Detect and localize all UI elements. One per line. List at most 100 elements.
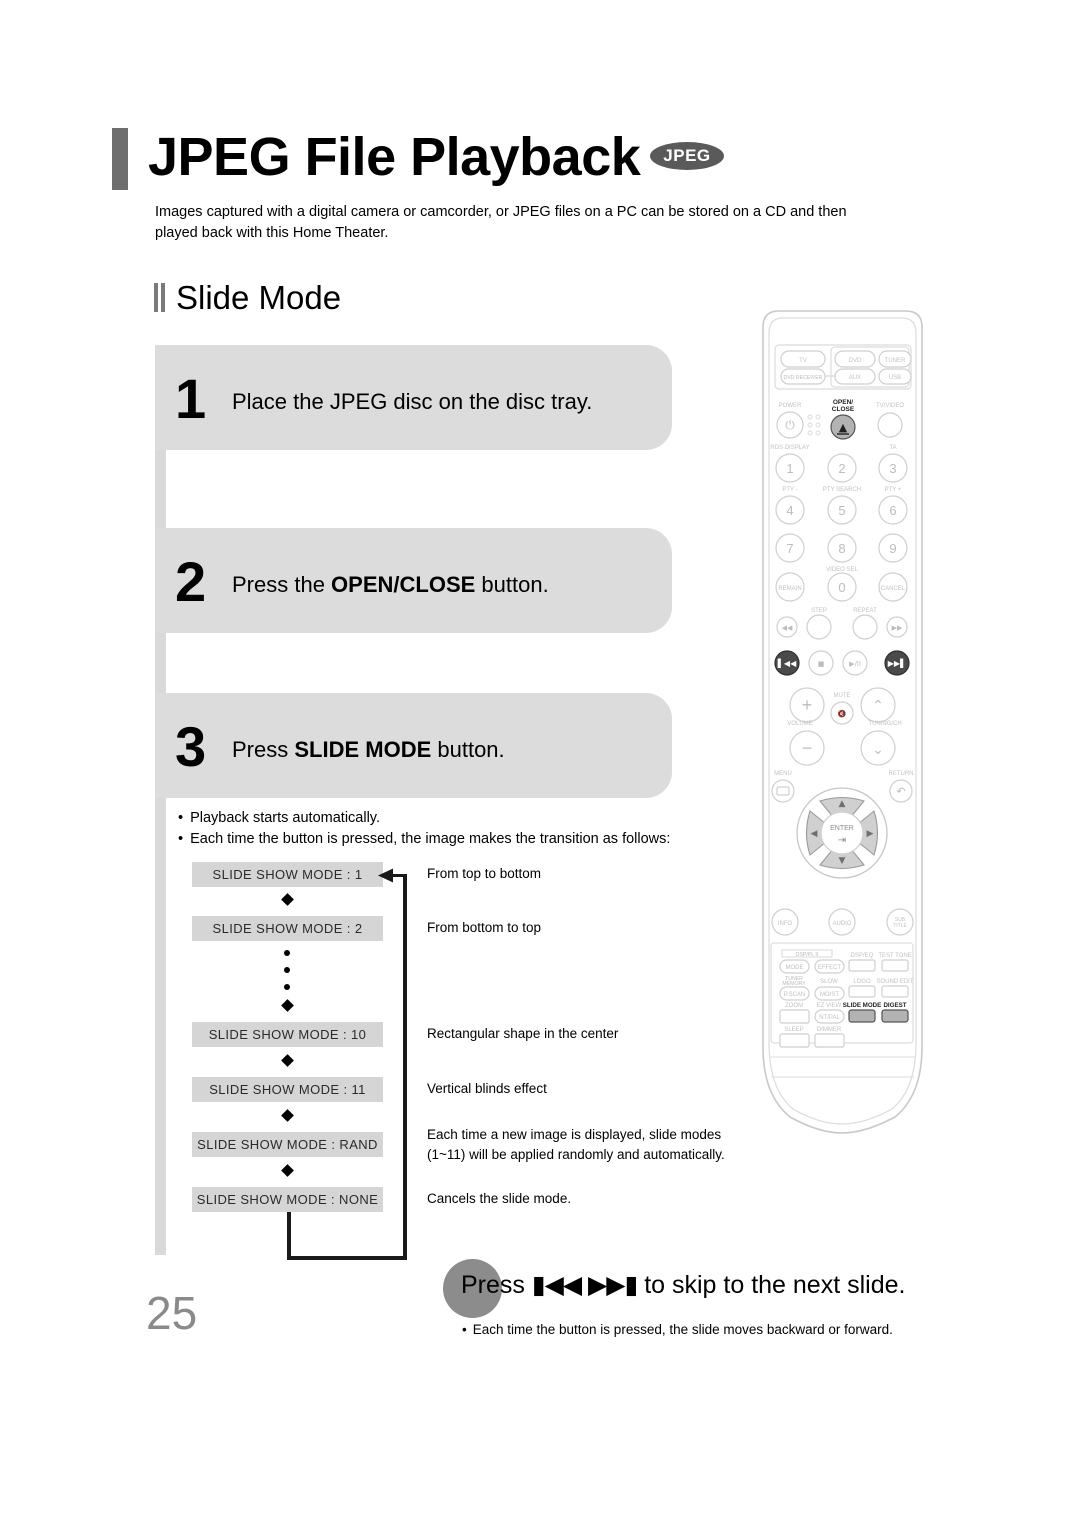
remote-menu-label: MENU bbox=[774, 771, 792, 777]
step-number-1: 1 bbox=[175, 367, 207, 430]
remote-sound-edit-label: SOUND EDIT bbox=[876, 979, 913, 985]
step-text-2-bold: OPEN/CLOSE bbox=[331, 572, 476, 597]
svg-text:CLOSE: CLOSE bbox=[832, 406, 855, 413]
svg-text:▶: ▶ bbox=[867, 829, 874, 839]
step-connector-strip bbox=[155, 345, 166, 1255]
svg-text:DVD: DVD bbox=[849, 358, 862, 364]
flow-note: Cancels the slide mode. bbox=[427, 1191, 572, 1206]
remote-slide-mode-label: SLIDE MODE bbox=[843, 1002, 882, 1009]
svg-text:▶▶▌: ▶▶▌ bbox=[888, 658, 906, 668]
note-item: Playback starts automatically. bbox=[178, 808, 718, 829]
flow-chip: SLIDE SHOW MODE : NONE bbox=[192, 1187, 383, 1212]
svg-text:⌃: ⌃ bbox=[872, 698, 884, 714]
remote-sound-edit-button bbox=[881, 985, 909, 998]
remote-repeat-button bbox=[852, 614, 878, 640]
step-text-2: Press the OPEN/CLOSE button. bbox=[232, 571, 549, 599]
svg-text:AUX: AUX bbox=[849, 375, 861, 381]
remote-rds-display-label: RDS DISPLAY bbox=[770, 445, 809, 451]
step-text-3-prefix: Press bbox=[232, 737, 295, 762]
remote-control-illustration: .body { fill:#ffffff; stroke:#c9c9c9; st… bbox=[745, 305, 940, 1135]
step-text-2-prefix: Press the bbox=[232, 572, 332, 597]
remote-enter-button bbox=[820, 811, 864, 855]
flow-chip: SLIDE SHOW MODE : 11 bbox=[192, 1077, 383, 1102]
flow-note: From top to bottom bbox=[427, 866, 542, 881]
svg-text:DVD RECEIVER: DVD RECEIVER bbox=[784, 375, 823, 381]
skip-back-icon: ▮◀◀ bbox=[531, 1270, 582, 1299]
svg-text:2: 2 bbox=[838, 461, 845, 476]
remote-dimmer-button bbox=[814, 1033, 845, 1048]
skip-forward-icon: ▶▶▮ bbox=[588, 1270, 638, 1299]
svg-text:PTY SEARCH: PTY SEARCH bbox=[823, 487, 861, 493]
remote-power-label: POWER bbox=[779, 403, 802, 409]
svg-text:6: 6 bbox=[889, 503, 896, 518]
svg-text:5: 5 bbox=[838, 503, 845, 518]
svg-text:OPEN/: OPEN/ bbox=[833, 399, 853, 406]
svg-text:MEMORY: MEMORY bbox=[782, 981, 806, 987]
flow-arrow-diamond bbox=[281, 1164, 294, 1177]
svg-text:+: + bbox=[802, 695, 813, 715]
svg-text:P.SCAN: P.SCAN bbox=[784, 992, 806, 998]
remote-dimmer-label: DIMMER bbox=[817, 1027, 842, 1033]
svg-text:NT/PAL: NT/PAL bbox=[819, 1015, 840, 1021]
svg-text:7: 7 bbox=[786, 541, 793, 556]
remote-test-tone-label: TEST TONE bbox=[878, 953, 911, 959]
step-text-2-suffix: button. bbox=[475, 572, 549, 597]
remote-dsp-eq-button bbox=[848, 959, 876, 972]
svg-text:⏻: ⏻ bbox=[785, 418, 795, 432]
skip-tail-label: to skip to the next slide. bbox=[644, 1271, 906, 1299]
step-text-3-bold: SLIDE MODE bbox=[294, 737, 432, 762]
svg-text:PTY +: PTY + bbox=[885, 487, 902, 493]
flow-loop-line-up bbox=[403, 874, 407, 1260]
remote-ta-label: TA bbox=[889, 445, 896, 451]
skip-press-label: Press bbox=[461, 1271, 525, 1299]
jpeg-badge: JPEG bbox=[650, 142, 724, 170]
step-number-3: 3 bbox=[175, 715, 207, 778]
heading-accent-bars bbox=[154, 283, 167, 312]
remote-step-button bbox=[806, 614, 832, 640]
skip-instruction: Press ▮◀◀ ▶▶▮ to skip to the next slide. bbox=[461, 1268, 905, 1302]
remote-step-label: STEP bbox=[811, 608, 827, 614]
svg-text:⌄: ⌄ bbox=[872, 742, 884, 758]
remote-logo-button bbox=[848, 985, 876, 998]
step-text-1: Place the JPEG disc on the disc tray. bbox=[232, 388, 592, 416]
svg-text:USB: USB bbox=[889, 375, 901, 381]
svg-text:PTY -: PTY - bbox=[782, 487, 797, 493]
svg-text:▼: ▼ bbox=[839, 856, 846, 866]
svg-text:◀◀: ◀◀ bbox=[782, 624, 793, 632]
remote-zoom-button bbox=[779, 1009, 810, 1024]
svg-text:4: 4 bbox=[786, 503, 793, 518]
manual-page: JPEG File Playback JPEG Images captured w… bbox=[0, 0, 1080, 1528]
remote-video-sel-label: VIDEO SEL bbox=[826, 567, 858, 573]
remote-return-label: RETURN bbox=[889, 771, 914, 777]
page-number: 25 bbox=[146, 1287, 198, 1339]
svg-text:▶/II: ▶/II bbox=[849, 660, 861, 668]
remote-tv-video-label: TV/VIDEO bbox=[876, 403, 904, 409]
step-text-3-suffix: button. bbox=[431, 737, 505, 762]
flow-arrow-diamond bbox=[281, 999, 294, 1012]
flow-ellipsis-dot bbox=[284, 984, 290, 990]
svg-text:▲: ▲ bbox=[839, 799, 846, 809]
flow-chip: SLIDE SHOW MODE : RAND bbox=[192, 1132, 383, 1157]
svg-text:8: 8 bbox=[838, 541, 845, 556]
note-item: Each time the button is pressed, the ima… bbox=[178, 829, 718, 850]
svg-text:▶▶: ▶▶ bbox=[892, 624, 903, 632]
svg-text:DSP/PL II: DSP/PL II bbox=[796, 952, 819, 958]
remote-volume-label: VOLUME bbox=[787, 721, 812, 727]
svg-text:−: − bbox=[802, 738, 813, 758]
remote-dsp-eq-label: DSP/EQ bbox=[851, 953, 874, 959]
section-heading-text: Slide Mode bbox=[176, 279, 342, 316]
step-box-1: 1 Place the JPEG disc on the disc tray. bbox=[155, 345, 672, 450]
svg-text:0: 0 bbox=[838, 580, 845, 595]
svg-text:TV: TV bbox=[799, 358, 807, 364]
flow-arrow-diamond bbox=[281, 1054, 294, 1067]
svg-text:🔇: 🔇 bbox=[838, 709, 847, 718]
page-title-text: JPEG File Playback bbox=[148, 127, 641, 187]
intro-paragraph: Images captured with a digital camera or… bbox=[155, 204, 847, 241]
svg-text:MODE: MODE bbox=[786, 965, 804, 971]
page-title: JPEG File Playback JPEG bbox=[148, 126, 724, 188]
svg-text:TITLE: TITLE bbox=[893, 923, 907, 929]
step-box-2: 2 Press the OPEN/CLOSE button. bbox=[155, 528, 672, 633]
svg-text:MO/ST: MO/ST bbox=[820, 992, 839, 998]
remote-slow-label: SLOW bbox=[820, 979, 838, 985]
flow-ellipsis-dot bbox=[284, 950, 290, 956]
